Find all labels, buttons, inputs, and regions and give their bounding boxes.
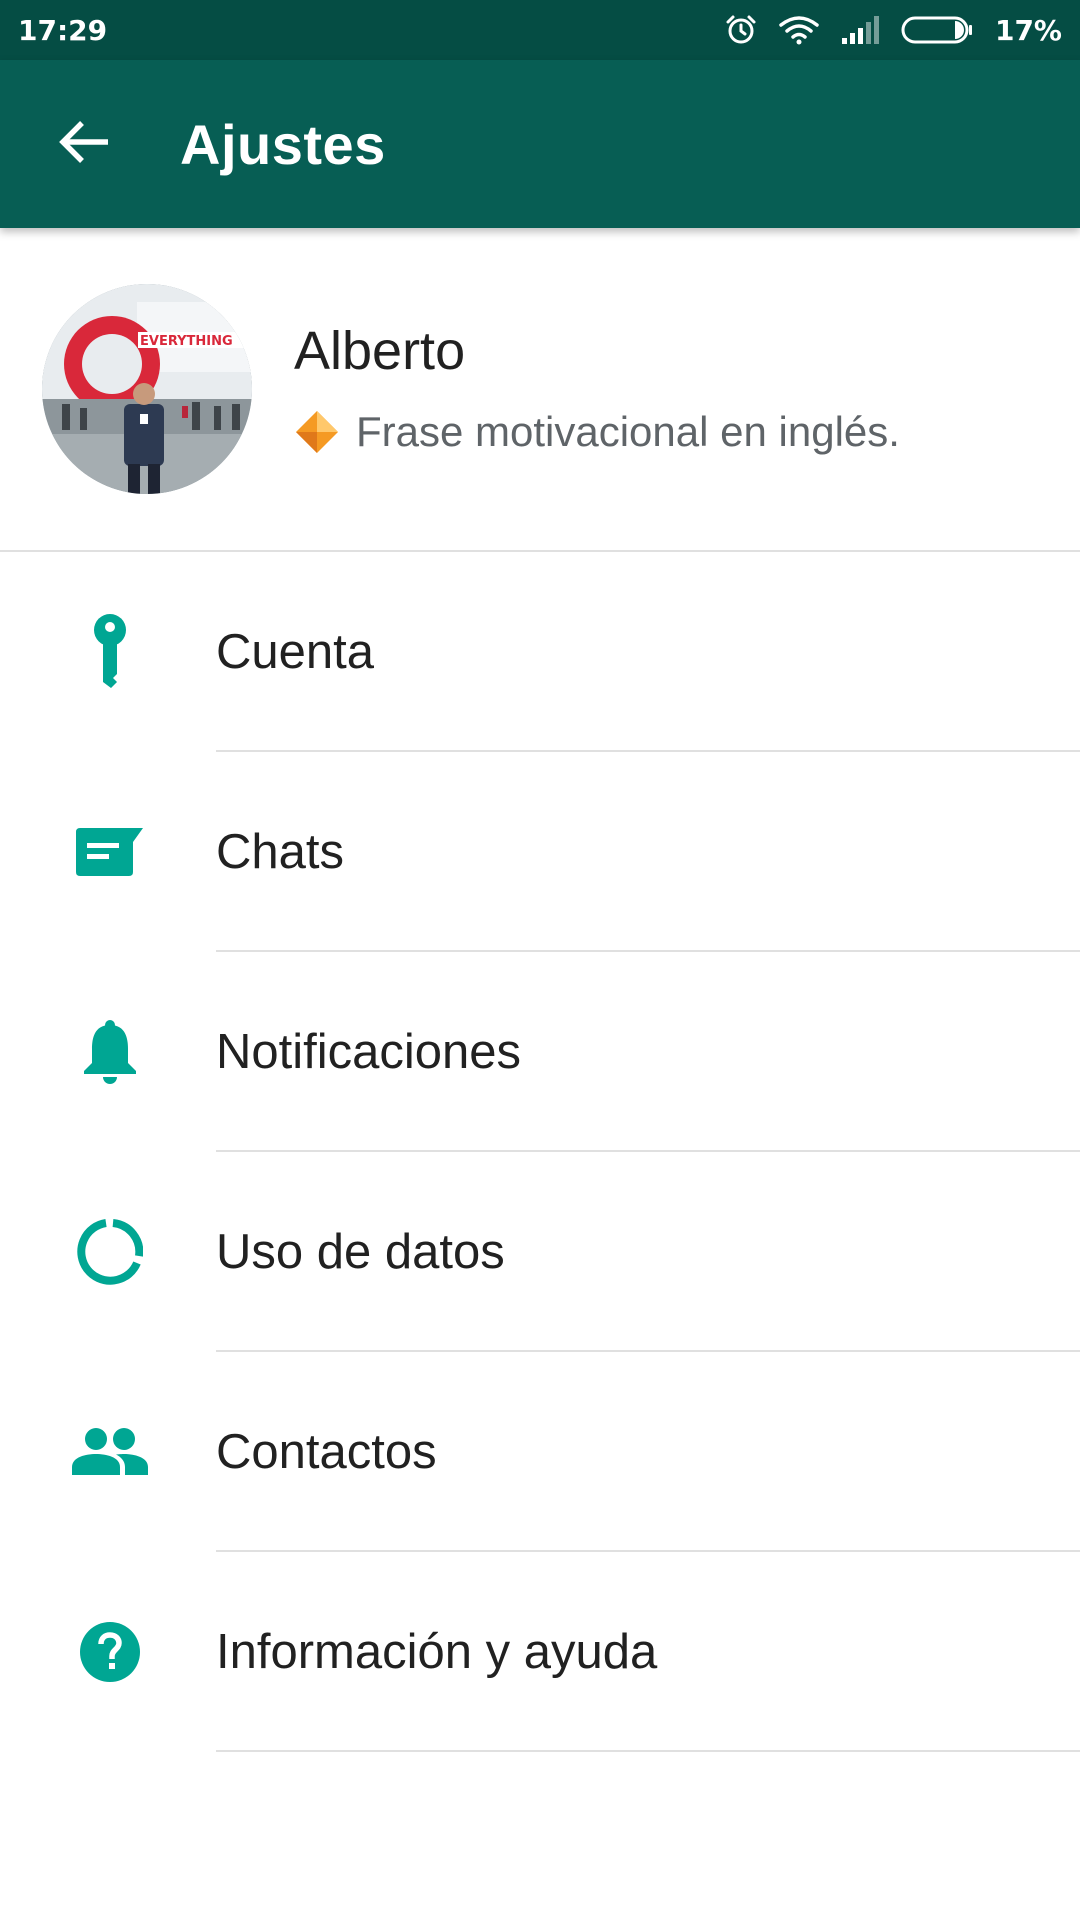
menu-item-label: Cuenta bbox=[216, 625, 375, 679]
divider bbox=[216, 1750, 1080, 1752]
arrow-back-icon bbox=[58, 118, 110, 171]
menu-item-label: Contactos bbox=[216, 1425, 437, 1479]
menu-item-label: Chats bbox=[216, 825, 345, 879]
menu-item-label: Información y ayuda bbox=[216, 1625, 658, 1679]
avatar-sign-text: EVERYTHING bbox=[140, 334, 233, 349]
status-icons: 17% bbox=[725, 14, 1062, 47]
menu-item-chats[interactable]: Chats bbox=[0, 752, 1080, 952]
menu-item-label: Uso de datos bbox=[216, 1225, 505, 1279]
battery-icon bbox=[901, 15, 973, 45]
chat-icon bbox=[60, 802, 160, 902]
menu-item-cuenta[interactable]: Cuenta bbox=[0, 552, 1080, 752]
page-title: Ajustes bbox=[180, 112, 386, 176]
profile-status-text: Frase motivacional en inglés. bbox=[356, 407, 900, 455]
profile-name: Alberto bbox=[294, 321, 466, 382]
app-bar: Ajustes bbox=[0, 60, 1080, 228]
signal-icon bbox=[841, 16, 879, 44]
status-bar: 17:29 17% bbox=[0, 0, 1080, 60]
menu-item-informacion-y-ayuda[interactable]: Información y ayuda bbox=[0, 1552, 1080, 1752]
status-time: 17:29 bbox=[18, 13, 108, 47]
help-icon bbox=[60, 1602, 160, 1702]
bell-icon bbox=[60, 1002, 160, 1102]
battery-percentage: 17% bbox=[994, 13, 1062, 47]
profile-status: Frase motivacional en inglés. bbox=[294, 408, 900, 456]
key-icon bbox=[60, 602, 160, 702]
contacts-icon bbox=[60, 1402, 160, 1502]
profile-text: Alberto Frase motivacional en inglés. bbox=[294, 321, 900, 456]
back-button[interactable] bbox=[38, 98, 130, 190]
avatar[interactable]: EVERYTHING bbox=[42, 284, 252, 494]
alarm-icon bbox=[725, 14, 757, 46]
menu-item-contactos[interactable]: Contactos bbox=[0, 1352, 1080, 1552]
profile-row[interactable]: EVERYTHING Alberto Frase motivacional en… bbox=[0, 228, 1080, 552]
menu-item-notificaciones[interactable]: Notificaciones bbox=[0, 952, 1080, 1152]
menu-item-uso-de-datos[interactable]: Uso de datos bbox=[0, 1152, 1080, 1352]
settings-menu: Cuenta Chats Notificaciones Uso de datos… bbox=[0, 552, 1080, 1752]
menu-item-label: Notificaciones bbox=[216, 1025, 522, 1079]
wifi-icon bbox=[779, 15, 819, 45]
data-usage-icon bbox=[60, 1202, 160, 1302]
orange-diamond-icon bbox=[296, 410, 338, 453]
